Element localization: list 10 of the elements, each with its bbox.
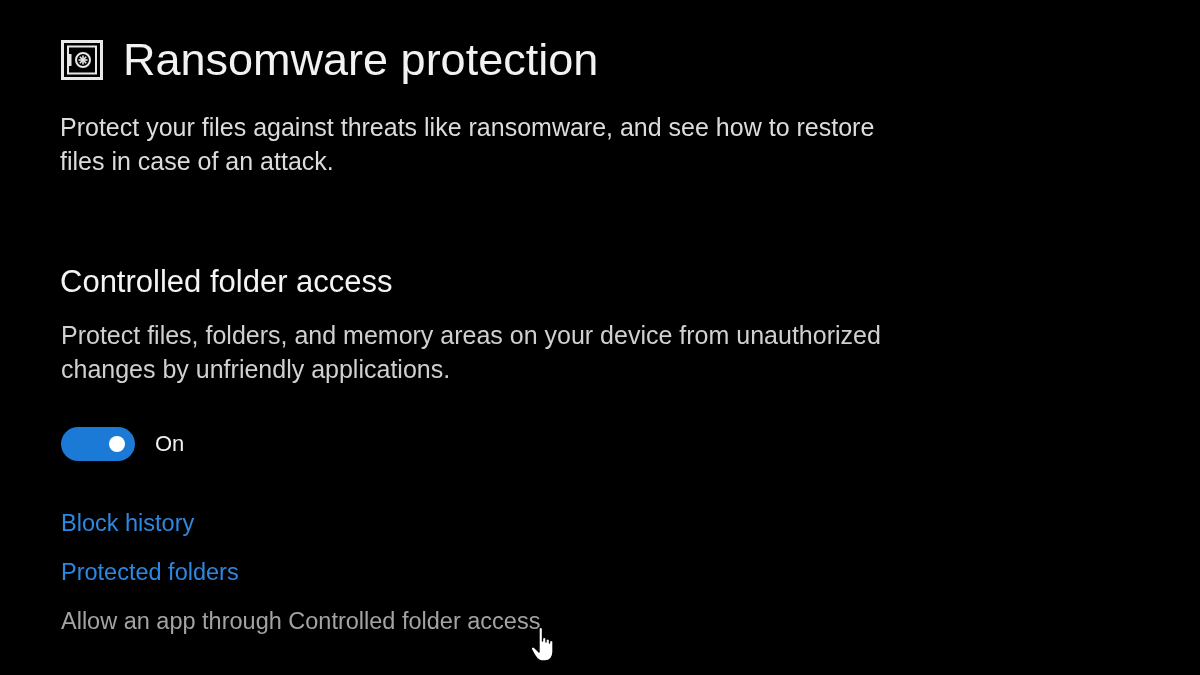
toggle-switch[interactable]	[61, 427, 135, 461]
page-title: Ransomware protection	[123, 36, 599, 84]
page-description: Protect your files against threats like ransomware, and see how to restore files in case of an attack.	[60, 112, 876, 177]
link[interactable]: Block history	[61, 508, 195, 538]
safe-icon	[61, 40, 103, 80]
section-description: Protect files, folders, and memory areas on your device from unauthorized changes by unfriendly applications.	[61, 320, 882, 385]
link[interactable]: Allow an app through Controlled folder access	[61, 606, 541, 636]
link[interactable]: Protected folders	[61, 557, 239, 587]
section-heading: Controlled folder access	[60, 264, 393, 300]
toggle-label: On	[155, 430, 185, 458]
